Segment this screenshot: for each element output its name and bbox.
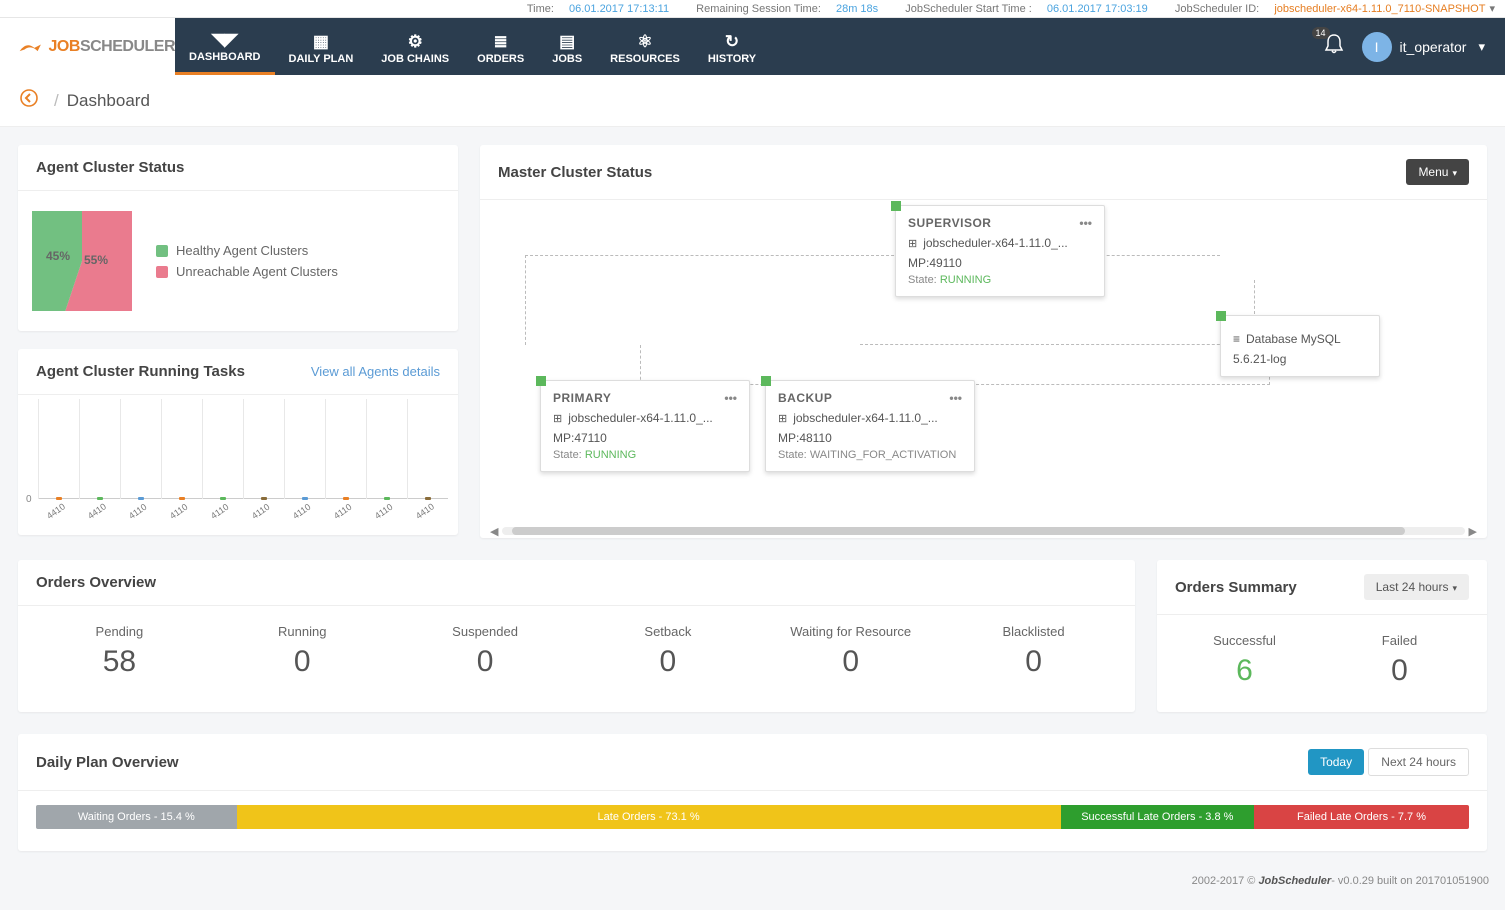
- orders-icon: ≣: [494, 31, 508, 53]
- node-primary: ••• PRIMARY ⊞jobscheduler-x64-1.11.0_...…: [540, 380, 750, 472]
- nav-history[interactable]: ↻HISTORY: [694, 18, 770, 75]
- agent-running-tasks-card: Agent Cluster Running Tasks View all Age…: [18, 349, 458, 535]
- card-title: Orders Overview: [18, 560, 1135, 606]
- view-agents-link[interactable]: View all Agents details: [311, 364, 440, 379]
- summary-item[interactable]: Successful6: [1167, 633, 1322, 688]
- scroll-left-icon[interactable]: ◀: [486, 525, 502, 538]
- daily-plan-segment[interactable]: Successful Late Orders - 3.8 %: [1061, 805, 1254, 829]
- node-database: ≡Database MySQL 5.6.21-log: [1220, 315, 1380, 377]
- overview-item[interactable]: Blacklisted0: [942, 624, 1125, 679]
- card-title: Agent Cluster Status: [18, 145, 458, 191]
- status-indicator-icon: [1216, 311, 1226, 321]
- footer: 2002-2017 © JobScheduler- v0.0.29 built …: [0, 869, 1505, 897]
- status-indicator-icon: [761, 376, 771, 386]
- orders-overview-card: Orders Overview Pending58Running0Suspend…: [18, 560, 1135, 712]
- windows-icon: ⊞: [553, 412, 562, 425]
- breadcrumb: / Dashboard: [0, 75, 1505, 127]
- daily-plan-segment[interactable]: Failed Late Orders - 7.7 %: [1254, 805, 1469, 829]
- scheduler-id-dropdown[interactable]: JobScheduler ID: jobscheduler-x64-1.11.0…: [1163, 3, 1495, 15]
- page-title: Dashboard: [67, 91, 150, 111]
- nav-dashboard[interactable]: ◥◤DASHBOARD: [175, 18, 275, 75]
- database-icon: ≡: [1233, 332, 1240, 346]
- card-title: Master Cluster Status: [498, 164, 652, 181]
- nav-resources[interactable]: ⚛RESOURCES: [596, 18, 694, 75]
- node-backup: ••• BACKUP ⊞jobscheduler-x64-1.11.0_... …: [765, 380, 975, 472]
- daily-plan-segment[interactable]: Waiting Orders - 15.4 %: [36, 805, 237, 829]
- agent-cluster-status-card: Agent Cluster Status 45% 55% Healthy Age…: [18, 145, 458, 331]
- daily-plan-bar: Waiting Orders - 15.4 %Late Orders - 73.…: [36, 805, 1469, 829]
- agent-pie-chart: 45% 55%: [32, 211, 132, 311]
- nav-orders[interactable]: ≣ORDERS: [463, 18, 538, 75]
- next-24h-button[interactable]: Next 24 hours: [1368, 748, 1469, 776]
- node-menu-button[interactable]: •••: [1079, 216, 1092, 230]
- back-icon[interactable]: [20, 89, 38, 112]
- scroll-right-icon[interactable]: ▶: [1465, 525, 1481, 538]
- running-tasks-chart: 0 44104410411041104110411041104110411044…: [18, 395, 458, 535]
- pie-legend: Healthy Agent Clusters Unreachable Agent…: [156, 237, 338, 285]
- summary-item[interactable]: Failed0: [1322, 633, 1477, 688]
- nav-jobs[interactable]: ▤JOBS: [538, 18, 596, 75]
- master-cluster-card: Master Cluster Status Menu▾ ••• SUPERVIS…: [480, 145, 1487, 538]
- calendar-icon: ▦: [313, 31, 329, 53]
- status-indicator-icon: [891, 201, 901, 211]
- overview-item[interactable]: Pending58: [28, 624, 211, 679]
- overview-item[interactable]: Running0: [211, 624, 394, 679]
- orders-summary-card: Orders Summary Last 24 hours▾ Successful…: [1157, 560, 1487, 712]
- daily-plan-segment[interactable]: Late Orders - 73.1 %: [237, 805, 1061, 829]
- overview-item[interactable]: Waiting for Resource0: [759, 624, 942, 679]
- logo[interactable]: JOBSCHEDULER: [0, 18, 175, 75]
- overview-item[interactable]: Suspended0: [394, 624, 577, 679]
- windows-icon: ⊞: [908, 237, 917, 250]
- overview-item[interactable]: Setback0: [576, 624, 759, 679]
- horizontal-scrollbar[interactable]: ◀ ▶: [480, 524, 1487, 538]
- card-title: Daily Plan Overview: [36, 754, 179, 771]
- history-icon: ↻: [725, 31, 739, 53]
- chain-icon: ⚙: [408, 31, 423, 53]
- node-menu-button[interactable]: •••: [724, 391, 737, 405]
- main-navbar: JOBSCHEDULER ◥◤DASHBOARD ▦DAILY PLAN ⚙JO…: [0, 18, 1505, 75]
- card-title: Orders Summary: [1175, 579, 1297, 596]
- master-menu-button[interactable]: Menu▾: [1406, 159, 1469, 185]
- card-title: Agent Cluster Running Tasks: [36, 363, 245, 380]
- today-button[interactable]: Today: [1308, 749, 1364, 775]
- notifications-bell[interactable]: 14: [1324, 33, 1344, 61]
- dashboard-icon: ◥◤: [212, 29, 238, 51]
- notifications-badge: 14: [1312, 27, 1330, 39]
- avatar: I: [1362, 32, 1392, 62]
- nav-job-chains[interactable]: ⚙JOB CHAINS: [367, 18, 463, 75]
- jobs-icon: ▤: [559, 31, 575, 53]
- node-supervisor: ••• SUPERVISOR ⊞jobscheduler-x64-1.11.0_…: [895, 205, 1105, 297]
- nav-daily-plan[interactable]: ▦DAILY PLAN: [275, 18, 368, 75]
- summary-range-button[interactable]: Last 24 hours▾: [1364, 574, 1469, 600]
- user-menu[interactable]: I it_operator ▾: [1362, 32, 1485, 62]
- windows-icon: ⊞: [778, 412, 787, 425]
- share-icon: ⚛: [637, 31, 652, 53]
- daily-plan-card: Daily Plan Overview Today Next 24 hours …: [18, 734, 1487, 851]
- top-info-strip: Time: 06.01.2017 17:13:11 Remaining Sess…: [0, 0, 1505, 18]
- status-indicator-icon: [536, 376, 546, 386]
- node-menu-button[interactable]: •••: [949, 391, 962, 405]
- chevron-down-icon: ▾: [1478, 39, 1485, 55]
